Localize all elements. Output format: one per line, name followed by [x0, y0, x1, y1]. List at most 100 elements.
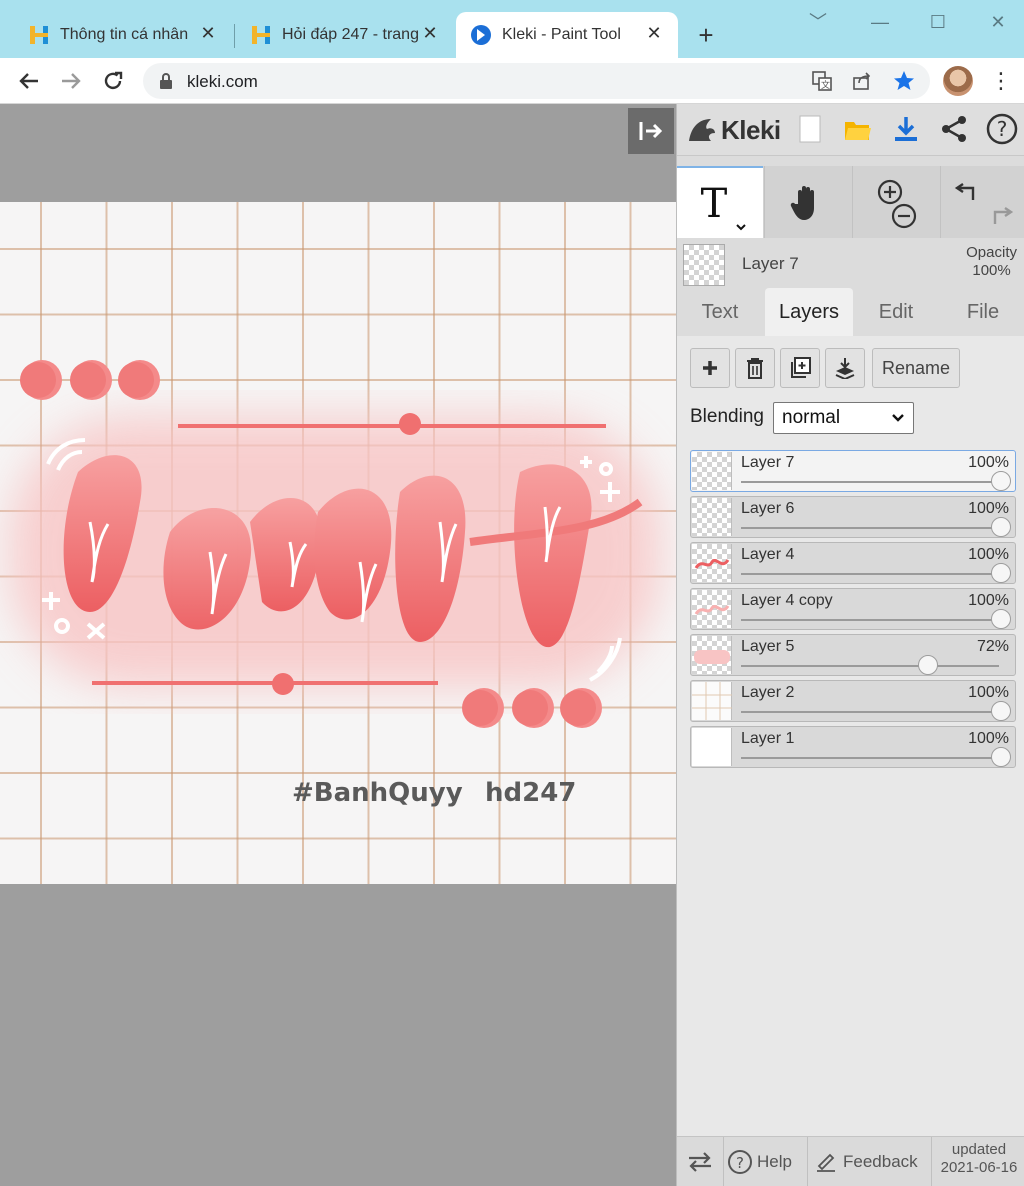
kleki-logo-icon — [689, 119, 715, 141]
add-layer-button[interactable] — [690, 348, 730, 388]
updated-date: 2021-06-16 — [940, 1159, 1018, 1176]
tab-title: Kleki - Paint Tool — [502, 26, 621, 43]
close-tab-icon[interactable]: ✕ — [420, 23, 440, 43]
canvas-workspace[interactable]: #BanhQuyy hd247 — [0, 104, 676, 1186]
opacity-slider-knob[interactable] — [991, 517, 1011, 537]
blending-label: Blending — [690, 406, 764, 427]
opacity-slider-track[interactable] — [741, 665, 999, 667]
hand-icon — [790, 186, 814, 220]
opacity-slider-track[interactable] — [741, 757, 999, 759]
open-file-button[interactable] — [841, 112, 875, 146]
undo-redo-icon — [954, 183, 1014, 224]
top-dots — [20, 360, 160, 400]
more-menu-icon[interactable]: ⋮ — [990, 66, 1012, 96]
layer-name: Layer 5 — [741, 638, 795, 655]
text-tool-button[interactable]: T — [677, 166, 763, 238]
tab-text[interactable]: Text — [677, 288, 763, 336]
zoom-buttons[interactable] — [853, 166, 939, 238]
text-tool-icon: T — [701, 181, 746, 231]
tab-search-icon[interactable]: ﹀ — [798, 8, 838, 36]
profile-avatar[interactable] — [943, 66, 973, 96]
updated-label: updated — [951, 1141, 1007, 1158]
rename-layer-button[interactable]: Rename — [872, 348, 960, 388]
save-download-button[interactable] — [889, 112, 923, 146]
maximize-button[interactable]: ☐ — [918, 8, 958, 36]
footer-separator — [807, 1137, 808, 1186]
close-tab-icon[interactable]: ✕ — [644, 23, 664, 43]
opacity-slider-knob[interactable] — [991, 747, 1011, 767]
current-layer-info: Layer 7 Opacity 100% — [677, 238, 1024, 290]
bookmark-star-icon[interactable] — [893, 70, 915, 92]
layer-row-layer-1[interactable]: Layer 1 100% — [690, 726, 1016, 768]
forward-button[interactable] — [56, 66, 86, 96]
help-link[interactable]: ? Help — [727, 1137, 805, 1186]
minimize-button[interactable]: — — [860, 8, 900, 36]
opacity-slider-knob[interactable] — [991, 701, 1011, 721]
layer-row-layer-6[interactable]: Layer 6 100% — [690, 496, 1016, 538]
download-icon — [895, 117, 917, 141]
tab-layers[interactable]: Layers — [765, 288, 853, 336]
duplicate-layer-button[interactable] — [780, 348, 820, 388]
opacity-slider-track[interactable] — [741, 619, 999, 621]
browser-toolbar: kleki.com 文 ⋮ — [0, 58, 1024, 104]
translate-icon[interactable]: 文 — [811, 70, 833, 92]
merge-down-icon — [835, 358, 855, 379]
help-button[interactable]: ? — [985, 112, 1019, 146]
kleki-logo[interactable]: Kleki — [685, 110, 781, 150]
opacity-slider-track[interactable] — [741, 527, 999, 529]
tab-title: Hỏi đáp 247 - trang — [282, 26, 419, 43]
share-nodes-icon — [942, 116, 966, 142]
layer-row-layer-5[interactable]: Layer 5 72% — [690, 634, 1016, 676]
opacity-slider-track[interactable] — [741, 573, 999, 575]
feedback-label: Feedback — [843, 1152, 918, 1171]
share-button[interactable] — [937, 112, 971, 146]
toggle-panel-button[interactable] — [628, 108, 674, 154]
layer-thumbnail — [692, 636, 732, 674]
opacity-slider-track[interactable] — [741, 711, 999, 713]
close-window-button[interactable]: ✕ — [978, 8, 1018, 36]
help-label: Help — [757, 1152, 792, 1171]
opacity-slider-knob[interactable] — [991, 609, 1011, 629]
new-file-icon — [799, 115, 821, 143]
layer-opacity: 100% — [968, 592, 1009, 609]
artwork-hashtag-text: #BanhQuyy — [292, 778, 463, 808]
layer-opacity: 100% — [968, 684, 1009, 701]
layer-row-layer-4-copy[interactable]: Layer 4 copy 100% — [690, 588, 1016, 630]
merge-down-button[interactable] — [825, 348, 865, 388]
layer-row-layer-7[interactable]: Layer 7 100% — [690, 450, 1016, 492]
layer-row-layer-4[interactable]: Layer 4 100% — [690, 542, 1016, 584]
back-button[interactable] — [14, 66, 44, 96]
undo-redo-buttons[interactable] — [941, 166, 1024, 238]
address-bar[interactable]: kleki.com 文 — [143, 63, 930, 99]
feedback-pen-icon — [817, 1153, 835, 1172]
opacity-slider-track[interactable] — [741, 481, 999, 483]
tab-edit[interactable]: Edit — [853, 288, 939, 336]
new-tab-button[interactable]: + — [692, 22, 720, 50]
tab-thong-tin-ca-nhan[interactable]: Thông tin cá nhân ✕ — [0, 12, 232, 58]
new-image-button[interactable] — [793, 112, 827, 146]
blending-mode-select[interactable]: normal — [773, 402, 914, 434]
delete-layer-button[interactable] — [735, 348, 775, 388]
opacity-slider-knob[interactable] — [991, 563, 1011, 583]
current-layer-thumbnail — [683, 244, 725, 286]
hoidap-favicon-icon — [252, 26, 270, 44]
svg-text:文: 文 — [821, 79, 830, 91]
lock-icon[interactable] — [159, 73, 173, 89]
opacity-slider-knob[interactable] — [991, 471, 1011, 491]
feedback-link[interactable]: Feedback — [815, 1137, 931, 1186]
updated-info: updated 2021-06-16 — [935, 1141, 1023, 1177]
kleki-top-bar: Kleki ? — [677, 104, 1024, 156]
kleki-favicon-icon — [471, 25, 491, 45]
hand-tool-button[interactable] — [765, 166, 851, 238]
share-icon[interactable] — [851, 70, 873, 92]
reload-button[interactable] — [98, 66, 128, 96]
layer-row-layer-2[interactable]: Layer 2 100% — [690, 680, 1016, 722]
drawing-canvas[interactable]: #BanhQuyy hd247 — [0, 202, 676, 884]
swap-side-button[interactable] — [677, 1137, 723, 1186]
layer-name: Layer 6 — [741, 500, 795, 517]
tab-hoi-dap-247[interactable]: Hỏi đáp 247 - trang ✕ — [222, 12, 454, 58]
tab-file[interactable]: File — [941, 288, 1024, 336]
close-tab-icon[interactable]: ✕ — [198, 23, 218, 43]
opacity-slider-knob[interactable] — [918, 655, 939, 675]
tab-kleki-paint-tool[interactable]: Kleki - Paint Tool ✕ — [456, 12, 678, 58]
